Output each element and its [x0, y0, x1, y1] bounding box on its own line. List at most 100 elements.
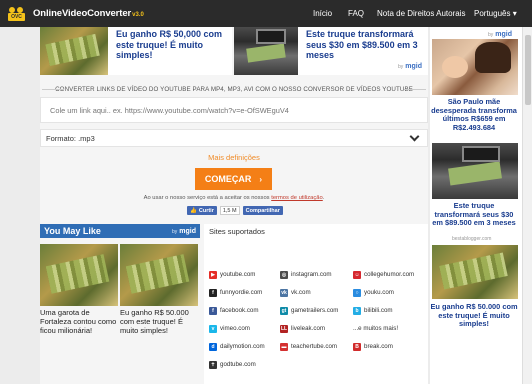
gametrailers-icon: gt: [280, 306, 288, 315]
top-navigation-bar: OVC OnlineVideoConverter v3.0 Início FAQ…: [0, 0, 532, 27]
more-settings-link[interactable]: Mais definições: [40, 153, 428, 162]
youku-icon: ○: [353, 288, 361, 297]
supported-site-item[interactable]: ✝ godtube.com: [209, 360, 256, 369]
scrollbar-thumb[interactable]: [525, 35, 531, 105]
site-label: funnyordie.com: [220, 289, 263, 296]
sidebar-ad-image[interactable]: [432, 245, 518, 299]
you-may-like-header: You May Like by mgid: [40, 224, 200, 238]
sidebar-ad-image[interactable]: [432, 39, 518, 95]
supported-sites-panel: Sites suportados ▶ youtube.com ◎ instagram.…: [204, 224, 428, 384]
ad-title: Este truque transformará seus $30 em $89…: [306, 29, 418, 60]
liveleak-icon: LL: [280, 324, 288, 333]
supported-site-item[interactable]: ○ youku.com: [353, 288, 394, 297]
sidebar-ads: by mgid São Paulo mãe desesperada transfo…: [430, 27, 522, 384]
site-label: ...e muitos mais!: [353, 325, 399, 332]
supported-site-item[interactable]: ▶ youtube.com: [209, 270, 255, 279]
site-label: instagram.com: [291, 271, 332, 278]
supported-site-item[interactable]: v vimeo.com: [209, 324, 250, 333]
thumbs-up-icon: 👍: [190, 207, 197, 214]
mgid-brand[interactable]: by mgid: [172, 228, 196, 235]
start-button[interactable]: COMEÇAR ›: [195, 168, 272, 190]
site-label: gametrailers.com: [291, 307, 339, 314]
instagram-icon: ◎: [280, 270, 288, 279]
facebook-like-button[interactable]: 👍 Curtir: [187, 206, 217, 215]
chevron-down-icon: [409, 131, 420, 142]
site-label: dailymotion.com: [220, 343, 265, 350]
format-select[interactable]: Formato: .mp3: [40, 129, 428, 147]
sidebar-ad-image[interactable]: [432, 143, 518, 199]
top-ad-1[interactable]: Eu ganho R$ 50,000 com este truque! É mu…: [40, 27, 232, 75]
vertical-scrollbar[interactable]: [522, 27, 532, 384]
sidebar-source-note: bestablogger.com: [452, 236, 492, 242]
sidebar-ad-title[interactable]: Este truque transformará seus $30 em $89…: [430, 201, 518, 228]
site-label: vk.com: [291, 289, 311, 296]
site-label: teachertube.com: [291, 343, 338, 350]
video-url-input[interactable]: [40, 97, 428, 123]
card-image: [120, 244, 198, 306]
nav-language-select[interactable]: Português ▾: [474, 0, 517, 27]
chevron-right-icon: ›: [259, 174, 263, 184]
site-label: liveleak.com: [291, 325, 326, 332]
supported-site-item[interactable]: ▬ teachertube.com: [280, 342, 337, 351]
terms-link[interactable]: termos de utilização: [271, 195, 323, 201]
vk-icon: vk: [280, 288, 288, 297]
site-label: break.com: [364, 343, 393, 350]
site-label: bilibili.com: [364, 307, 393, 314]
format-label: Formato: .mp3: [46, 133, 95, 143]
dailymotion-icon: d: [209, 342, 217, 351]
youtube-icon: ▶: [209, 270, 217, 279]
supported-site-item[interactable]: vk vk.com: [280, 288, 311, 297]
facebook-share-button[interactable]: Compartilhar: [242, 206, 283, 215]
main-content: Eu ganho R$ 50,000 com este truque! É mu…: [40, 27, 428, 384]
you-may-like-widget: You May Like by mgid Uma garota de Fortal…: [40, 224, 200, 384]
top-ad-2[interactable]: Este truque transformará seus $30 em $89…: [234, 27, 428, 75]
sidebar-ad-title[interactable]: Eu ganho R$ 50.000 com este truque! É mu…: [430, 302, 518, 329]
supported-site-item[interactable]: d dailymotion.com: [209, 342, 265, 351]
supported-site-item[interactable]: b bilibili.com: [353, 306, 393, 315]
supported-site-item[interactable]: ☺ collegehumor.com: [353, 270, 414, 279]
nav-copyright-notice[interactable]: Nota de Direitos Autorais: [377, 0, 466, 27]
converter-heading: CONVERTER LINKS DE VÍDEO DO YOUTUBE PARA…: [40, 86, 428, 93]
recommended-card[interactable]: Uma garota de Fortaleza contou como fico…: [40, 244, 118, 335]
card-caption: Uma garota de Fortaleza contou como fico…: [40, 308, 117, 335]
nav-faq[interactable]: FAQ: [348, 0, 364, 27]
card-caption: Eu ganho R$ 50.000 com este truque! É mu…: [120, 308, 189, 335]
vimeo-icon: v: [209, 324, 217, 333]
nav-home[interactable]: Início: [313, 0, 332, 27]
supported-sites-title: Sites suportados: [209, 227, 265, 236]
site-label: collegehumor.com: [364, 271, 415, 278]
sidebar-ad-title[interactable]: São Paulo mãe desesperada transforma últ…: [430, 97, 518, 132]
ad-image: [40, 27, 108, 75]
site-label: youtube.com: [220, 271, 256, 278]
supported-site-item[interactable]: f facebook.com: [209, 306, 259, 315]
site-logo[interactable]: OVC OnlineVideoConverter v3.0: [7, 5, 144, 21]
bilibili-icon: b: [353, 306, 361, 315]
film-reel-icon: OVC: [7, 5, 29, 21]
social-buttons: 👍 Curtir 1,5 M Compartilhar: [187, 206, 283, 215]
mgid-brand[interactable]: by mgid: [488, 31, 512, 38]
logo-version: v3.0: [132, 12, 144, 18]
supported-site-item[interactable]: Bbreak.com: [353, 342, 393, 351]
funnyordie-icon: f: [209, 288, 217, 297]
ad-title: Eu ganho R$ 50,000 com este truque! É mu…: [116, 29, 223, 60]
site-label: facebook.com: [220, 307, 259, 314]
facebook-icon: f: [209, 306, 217, 315]
supported-site-item[interactable]: ◎ instagram.com: [280, 270, 332, 279]
site-label: vimeo.com: [220, 325, 250, 332]
teachertube-icon: ▬: [280, 342, 288, 351]
supported-site-item[interactable]: LL liveleak.com: [280, 324, 325, 333]
supported-site-item[interactable]: ...e muitos mais!: [353, 324, 398, 333]
terms-notice: Ao usar o nosso serviço está a aceitar o…: [143, 195, 325, 201]
collegehumor-icon: ☺: [353, 270, 361, 279]
like-count: 1,5 M: [219, 206, 240, 215]
break-icon: B: [353, 342, 361, 351]
supported-site-item[interactable]: gt gametrailers.com: [280, 306, 338, 315]
site-label: godtube.com: [220, 361, 256, 368]
mgid-brand[interactable]: by mgid: [398, 63, 422, 70]
recommended-card[interactable]: Eu ganho R$ 50.000 com este truque! É mu…: [120, 244, 198, 335]
godtube-icon: ✝: [209, 360, 217, 369]
supported-site-item[interactable]: f funnyordie.com: [209, 288, 262, 297]
ad-image: [234, 27, 298, 75]
card-image: [40, 244, 118, 306]
site-label: youku.com: [364, 289, 394, 296]
